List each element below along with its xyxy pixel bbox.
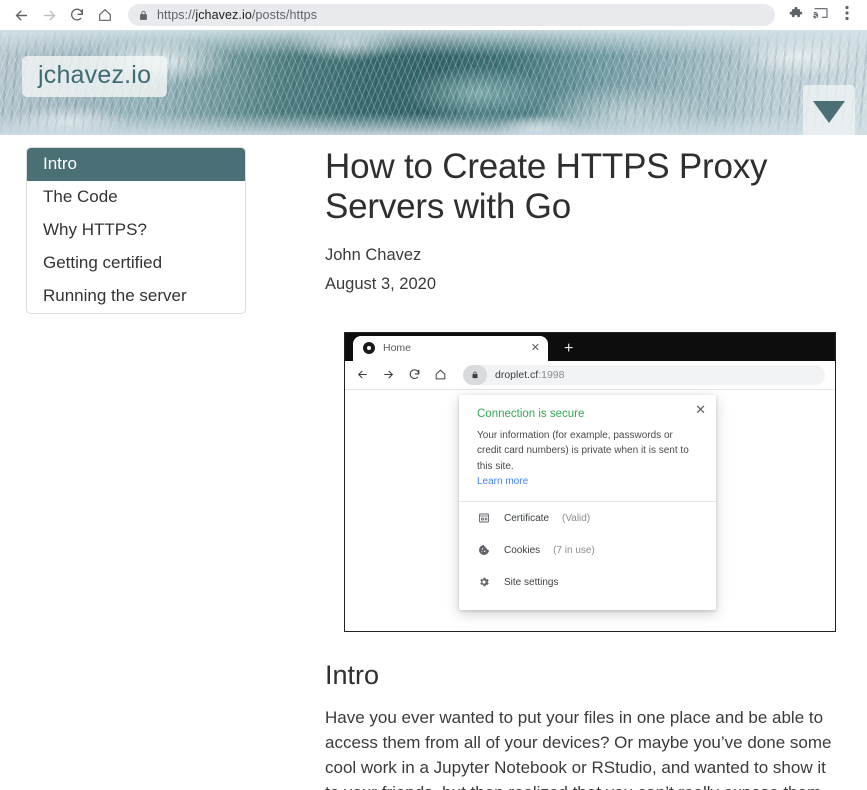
section-paragraph-intro: Have you ever wanted to put your files i… <box>325 707 832 790</box>
popup-row-cookies-label: Cookies <box>504 544 541 556</box>
cookie-icon <box>477 543 491 557</box>
learn-more-link[interactable]: Learn more <box>459 476 716 487</box>
extensions-button[interactable] <box>783 3 807 27</box>
popup-row-site-settings[interactable]: Site settings <box>459 566 716 598</box>
post-author: John Chavez <box>325 245 422 264</box>
toc-item-why-https[interactable]: Why HTTPS? <box>27 214 245 247</box>
figure-tab-strip: Home ✕ + <box>345 332 835 361</box>
site-information-popup: ✕ Connection is secure Your information … <box>459 394 716 611</box>
toc-item-getting-certified[interactable]: Getting certified <box>27 247 245 280</box>
home-icon <box>97 7 113 23</box>
site-hero-banner: jchavez.io <box>0 30 867 135</box>
toc-item-intro[interactable]: Intro <box>27 148 245 181</box>
toc-item-the-code[interactable]: The Code <box>27 181 245 214</box>
chrome-menu-button[interactable] <box>835 3 859 27</box>
popup-row-cookies[interactable]: Cookies (7 in use) <box>459 534 716 566</box>
popup-row-cookies-status: (7 in use) <box>553 544 595 556</box>
post-date: August 3, 2020 <box>325 274 437 293</box>
back-button[interactable] <box>8 2 34 28</box>
reload-icon[interactable] <box>407 368 421 382</box>
popup-row-certificate-status: (Valid) <box>562 512 591 524</box>
post-figure-browser-screenshot: Home ✕ + droplet.cf:1998 ✕ Connection is… <box>344 331 836 632</box>
home-button[interactable] <box>92 2 118 28</box>
figure-url: droplet.cf:1998 <box>495 369 564 381</box>
section-heading-intro: Intro <box>325 659 380 690</box>
lock-icon[interactable] <box>463 364 487 385</box>
plus-icon[interactable]: + <box>564 340 573 357</box>
browser-actions <box>783 3 859 27</box>
popup-row-certificate-label: Certificate <box>504 512 550 524</box>
home-icon[interactable] <box>433 368 447 382</box>
forward-arrow-icon <box>41 7 58 24</box>
toc-item-running-the-server[interactable]: Running the server <box>27 280 245 313</box>
browser-toolbar: https://jchavez.io/posts/https <box>0 0 867 30</box>
three-dot-menu-icon <box>845 5 849 26</box>
page-title: How to Create HTTPS Proxy Servers with G… <box>325 147 768 226</box>
back-arrow-icon[interactable] <box>355 368 369 382</box>
hero-foam-bottom <box>0 113 867 135</box>
cast-button[interactable] <box>809 3 833 27</box>
nav-menu-toggle[interactable] <box>803 85 855 135</box>
close-icon[interactable]: ✕ <box>531 342 540 354</box>
lock-icon <box>138 9 149 22</box>
hero-foam-top <box>0 30 867 56</box>
page-body: Intro The Code Why HTTPS? Getting certif… <box>0 135 867 790</box>
popup-heading: Connection is secure <box>477 407 585 420</box>
puzzle-piece-icon <box>788 5 803 25</box>
address-bar[interactable]: https://jchavez.io/posts/https <box>128 4 775 26</box>
table-of-contents: Intro The Code Why HTTPS? Getting certif… <box>26 147 246 314</box>
figure-toolbar: droplet.cf:1998 <box>345 360 835 390</box>
figure-url-host: droplet.cf <box>495 368 539 381</box>
figure-tab-title: Home <box>383 342 412 355</box>
chevron-down-icon <box>813 100 845 123</box>
figure-url-port: :1998 <box>538 368 565 381</box>
popup-row-site-settings-label: Site settings <box>504 576 559 588</box>
reload-icon <box>69 7 85 23</box>
forward-button[interactable] <box>36 2 62 28</box>
url-scheme: https:// <box>157 8 196 22</box>
reload-button[interactable] <box>64 2 90 28</box>
article: How to Create HTTPS Proxy Servers with G… <box>325 147 837 790</box>
gear-icon <box>477 575 491 589</box>
site-logo[interactable]: jchavez.io <box>22 56 168 97</box>
popup-description: Your information (for example, passwords… <box>477 429 689 472</box>
close-icon[interactable]: ✕ <box>695 403 706 416</box>
forward-arrow-icon[interactable] <box>381 368 395 382</box>
url-host: jchavez.io <box>195 8 252 22</box>
site-logo-text: jchavez.io <box>38 61 152 89</box>
certificate-icon <box>477 511 491 525</box>
cast-icon <box>813 5 829 26</box>
figure-browser-tab[interactable]: Home ✕ <box>353 335 548 361</box>
popup-row-certificate[interactable]: Certificate (Valid) <box>459 502 716 534</box>
url-path: /posts/https <box>251 8 318 22</box>
back-arrow-icon <box>13 7 30 24</box>
favicon-icon <box>363 342 375 355</box>
figure-address-bar[interactable]: droplet.cf:1998 <box>463 364 825 385</box>
address-bar-url: https://jchavez.io/posts/https <box>157 8 317 22</box>
popup-footer-spacer <box>459 598 716 610</box>
